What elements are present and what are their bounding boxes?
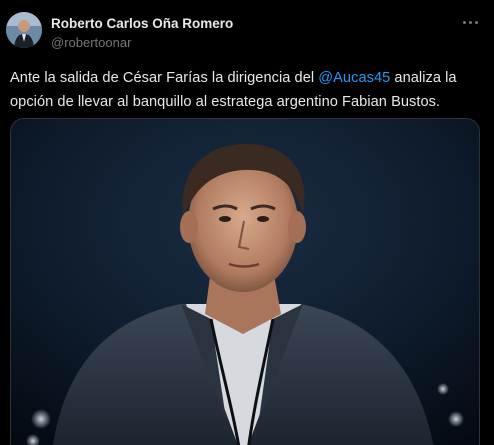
avatar[interactable]: [6, 12, 42, 48]
mention-link[interactable]: @Aucas45: [318, 70, 390, 86]
more-horizontal-icon: [461, 20, 479, 24]
photo-illustration: [11, 119, 479, 445]
author-block: Roberto Carlos Oña Romero @robertoonar: [51, 16, 233, 51]
tweet-card: Roberto Carlos Oña Romero @robertoonar A…: [0, 0, 494, 445]
more-options-button[interactable]: [458, 12, 482, 32]
tweet-text: Ante la salida de César Farías la dirige…: [10, 66, 480, 114]
tweet-text-part1: Ante la salida de César Farías la dirige…: [10, 70, 319, 86]
tweet-photo[interactable]: [10, 118, 480, 445]
author-handle[interactable]: @robertoonar: [51, 35, 233, 51]
author-display-name[interactable]: Roberto Carlos Oña Romero: [51, 16, 233, 32]
